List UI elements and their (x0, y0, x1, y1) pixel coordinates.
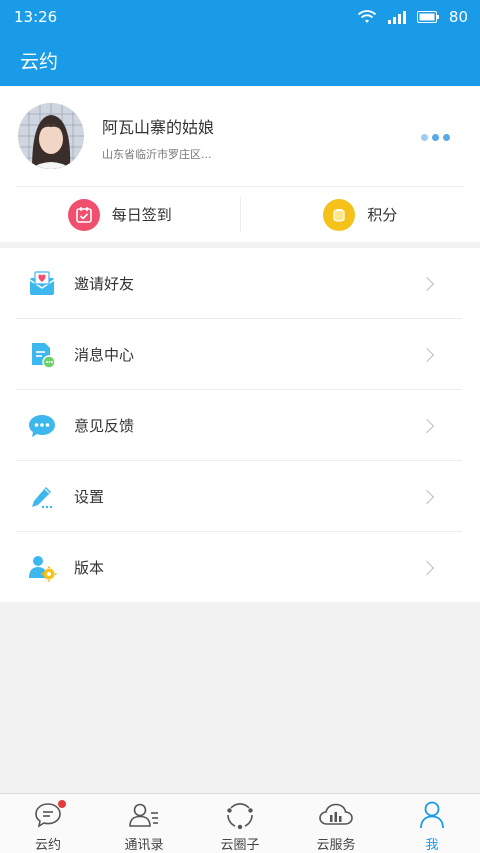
bottom-tab-bar: 云约 通讯录 云圈子 云服务 我 (0, 793, 480, 853)
chat-bubble-icon (26, 410, 58, 442)
menu-item-label: 设置 (74, 488, 105, 506)
profile-location: 山东省临沂市罗庄区... (102, 148, 212, 161)
menu-item-label: 邀请好友 (74, 275, 135, 293)
tab-label: 通讯录 (124, 838, 164, 853)
invite-envelope-icon (26, 268, 58, 300)
menu-item-label: 意见反馈 (74, 417, 135, 435)
status-time: 13:26 (14, 8, 58, 26)
tab-label: 我 (425, 838, 439, 853)
settings-menu: 邀请好友 消息中心 意见反馈 设置 版本 (0, 248, 480, 602)
tab-cloud-service[interactable]: 云服务 (288, 794, 384, 853)
daily-checkin-button[interactable]: 每日签到 (0, 187, 240, 242)
battery-icon (416, 11, 439, 23)
status-bar: 13:26 80 (0, 0, 480, 34)
profile-name: 阿瓦山寨的姑娘 (102, 118, 215, 137)
pencil-icon (26, 481, 58, 513)
tab-contacts[interactable]: 通讯录 (96, 794, 192, 853)
calendar-check-icon (67, 198, 100, 231)
menu-item-settings[interactable]: 设置 (0, 461, 480, 532)
quick-actions: 每日签到 积分 (0, 187, 480, 242)
tab-cloud-circle[interactable]: 云圈子 (192, 794, 288, 853)
tab-label: 云服务 (316, 838, 356, 853)
chevron-right-icon (419, 560, 435, 575)
daily-checkin-label: 每日签到 (111, 206, 172, 224)
menu-item-label: 消息中心 (74, 346, 135, 364)
coins-icon (323, 198, 356, 231)
chevron-right-icon (419, 347, 435, 362)
page-title: 云约 (20, 50, 59, 73)
chevron-right-icon (419, 276, 435, 291)
menu-item-feedback[interactable]: 意见反馈 (0, 390, 480, 461)
notification-badge (58, 800, 66, 808)
menu-item-version[interactable]: 版本 (0, 532, 480, 603)
profile-card[interactable]: 阿瓦山寨的姑娘 山东省临沂市罗庄区... 每日签到 积分 (0, 86, 480, 242)
tab-me[interactable]: 我 (384, 794, 480, 853)
tab-label: 云约 (34, 838, 61, 853)
battery-level: 80 (448, 8, 468, 26)
menu-item-invite-friends[interactable]: 邀请好友 (0, 248, 480, 319)
wifi-icon (357, 10, 377, 24)
circle-icon (225, 800, 255, 830)
avatar[interactable] (18, 103, 84, 169)
person-icon (418, 800, 446, 830)
menu-item-message-center[interactable]: 消息中心 (0, 319, 480, 390)
app-bar: 云约 (0, 34, 480, 86)
message-document-icon (26, 339, 58, 371)
user-gear-icon (26, 552, 58, 584)
contacts-icon (128, 800, 160, 830)
more-icon[interactable] (421, 134, 450, 141)
tab-yunyue[interactable]: 云约 (0, 794, 96, 853)
points-label: 积分 (367, 206, 398, 224)
chevron-right-icon (419, 489, 435, 504)
menu-item-label: 版本 (74, 559, 105, 577)
signal-icon (387, 10, 407, 24)
points-button[interactable]: 积分 (241, 187, 480, 242)
cloud-icon (318, 800, 354, 830)
chevron-right-icon (419, 418, 435, 433)
tab-label: 云圈子 (220, 838, 260, 853)
